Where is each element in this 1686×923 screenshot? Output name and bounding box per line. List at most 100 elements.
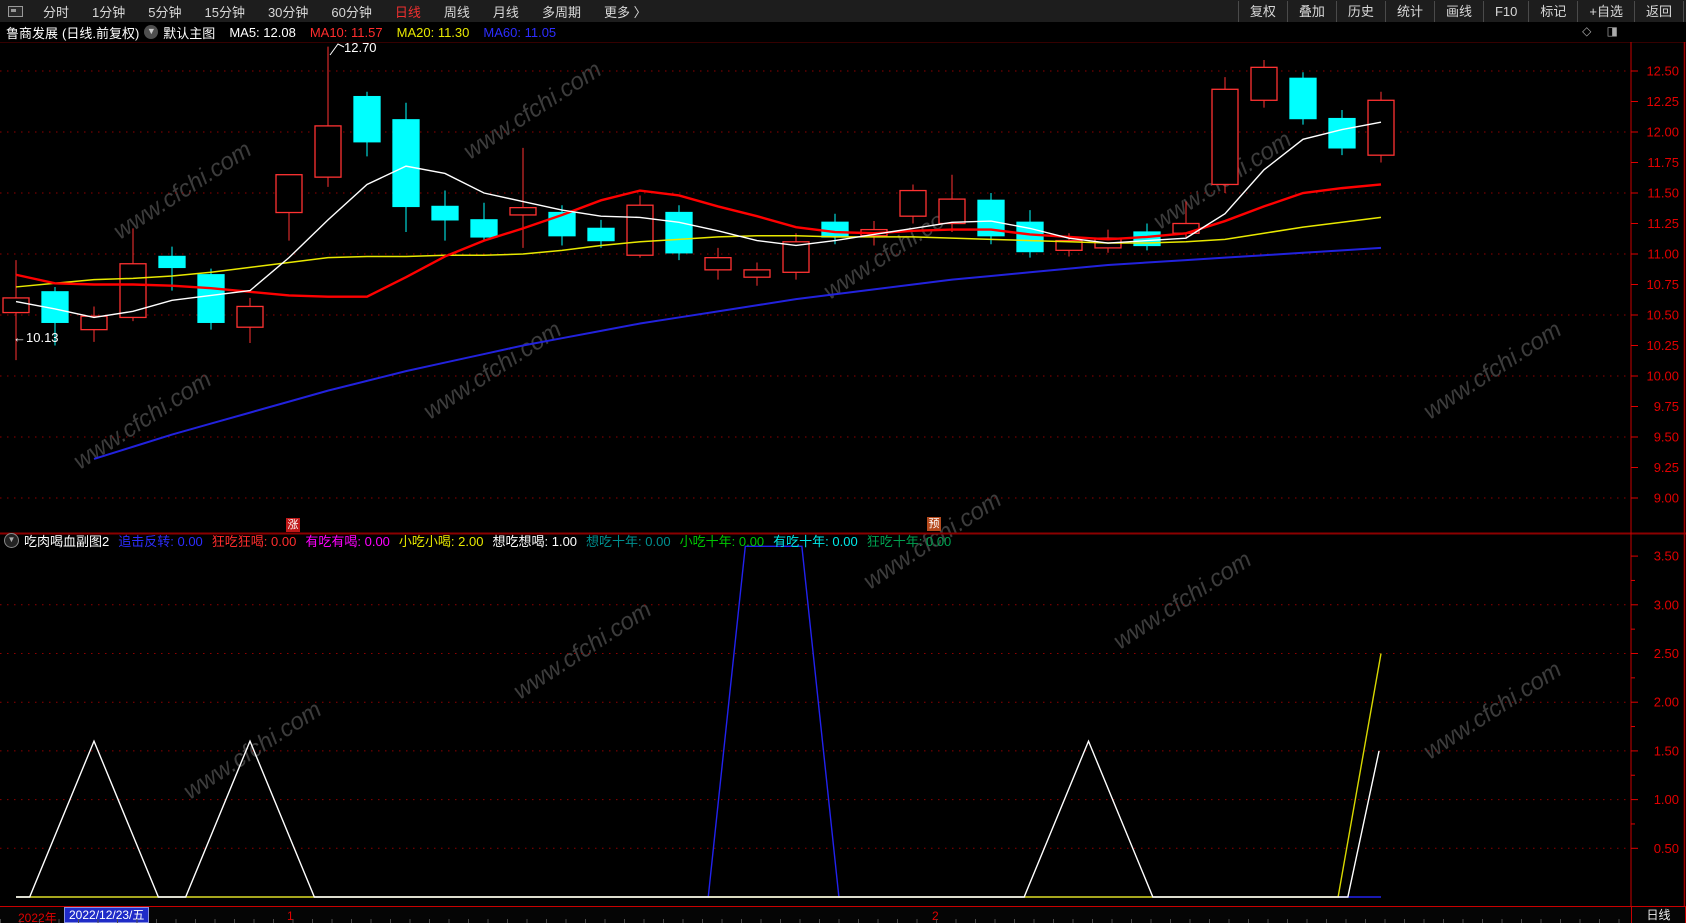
watermark: www.cfchi.com [69, 366, 217, 475]
btn-add-watchlist[interactable]: +自选 [1577, 0, 1634, 22]
indicator-item: 小吃小喝: 2.00 [398, 534, 484, 549]
marker-zhang-badge: 涨 [286, 518, 300, 532]
ma60-value: MA60: 11.05 [483, 24, 557, 40]
indicator-tick-label: 2.00 [1654, 695, 1679, 710]
candle-body [1250, 66, 1278, 101]
window-icon[interactable] [8, 5, 23, 17]
indicator-item: 有吃有喝: 0.00 [305, 534, 390, 549]
candle-body [158, 255, 186, 269]
chevron-down-icon[interactable]: ▼ [144, 25, 159, 39]
candle-body [665, 211, 693, 254]
toolbar-top: 分时 1分钟 5分钟 15分钟 30分钟 60分钟 日线 周线 月线 多周期 更… [0, 0, 1686, 23]
btn-back[interactable]: 返回 [1633, 0, 1684, 22]
tab-60min[interactable]: 60分钟 [331, 2, 371, 21]
price-tick-label: 12.00 [1646, 125, 1679, 140]
period-label: 日线 [1631, 907, 1686, 923]
tool-menu: 复权 叠加 历史 统计 画线 F10 标记 +自选 返回 [1237, 0, 1684, 22]
tab-30min[interactable]: 30分钟 [268, 2, 308, 21]
indicator-item: 想吃十年: 0.00 [586, 534, 671, 549]
price-tick-label: 11.50 [1647, 186, 1679, 201]
ma20-value: MA20: 11.30 [396, 24, 470, 40]
candle-body [236, 305, 264, 328]
tab-daily[interactable]: 日线 [395, 2, 421, 21]
candle-body [197, 274, 225, 323]
indicator-item: 小吃十年: 0.00 [679, 534, 765, 549]
date-tick-marks [0, 919, 1630, 923]
candle-body [587, 227, 615, 242]
candle-body [470, 219, 498, 238]
price-tick-label: 12.50 [1646, 64, 1679, 79]
tab-15min[interactable]: 15分钟 [204, 2, 244, 21]
watermark: www.cfchi.com [419, 316, 567, 425]
indicator-item: 追击反转: 0.00 [118, 534, 203, 549]
indicator-item: 狂吃十年: 0.00 [866, 534, 952, 549]
indicator-item: 有吃十年: 0.00 [773, 534, 858, 549]
watermark: www.cfchi.com [109, 136, 257, 245]
sub-indicator-title[interactable]: 吃肉喝血副图2 [24, 531, 109, 550]
ma10-value: MA10: 11.57 [309, 24, 383, 40]
btn-history[interactable]: 历史 [1335, 0, 1385, 22]
candle-body [743, 269, 771, 278]
chart-canvas[interactable]: www.cfchi.com www.cfchi.com www.cfchi.com w… [0, 0, 1686, 923]
btn-mark[interactable]: 标记 [1528, 0, 1577, 22]
tab-fenshi[interactable]: 分时 [43, 2, 69, 21]
btn-f10[interactable]: F10 [1482, 0, 1528, 22]
candle-body [1328, 117, 1356, 149]
tab-multi-period[interactable]: 多周期 [542, 2, 581, 21]
tab-5min[interactable]: 5分钟 [148, 2, 181, 21]
price-tick-label: 10.75 [1646, 277, 1679, 292]
indicator-tick-label: 3.00 [1654, 597, 1679, 612]
date-axis-bar: 2022年 2022/12/23/五 1 2 日线 [0, 906, 1686, 923]
high-pointer-line [329, 43, 345, 56]
low-price-annotation: ←10.13 [13, 330, 59, 345]
price-tick-label: 10.00 [1646, 369, 1679, 384]
price-tick-label: 9.75 [1654, 399, 1679, 414]
candle-body [782, 241, 810, 273]
tab-weekly[interactable]: 周线 [444, 2, 470, 21]
candle-body [626, 204, 654, 256]
tab-1min[interactable]: 1分钟 [92, 2, 125, 21]
candle-body [821, 221, 849, 238]
watermark: www.cfchi.com [509, 596, 657, 705]
candle-body [353, 95, 381, 143]
candle-body [938, 198, 966, 225]
symbol-bar: 鲁商发展 (日线.前复权) ▼ 默认主图 MA5: 12.08 MA10: 11… [0, 22, 1686, 42]
candle-body [509, 206, 537, 216]
btn-stats[interactable]: 统计 [1384, 0, 1434, 22]
price-tick-label: 12.25 [1646, 94, 1679, 109]
price-tick-label: 11.00 [1647, 247, 1679, 262]
price-tick-label: 10.25 [1646, 338, 1679, 353]
ma-line [93, 246, 1382, 460]
price-tick-label: 9.00 [1654, 491, 1679, 506]
tab-monthly[interactable]: 月线 [493, 2, 519, 21]
tab-more[interactable]: 更多 〉 [604, 2, 647, 21]
main-chart-label[interactable]: 默认主图 [163, 23, 215, 42]
watermark: www.cfchi.com [1109, 546, 1257, 655]
price-tick-label: 11.75 [1647, 155, 1679, 170]
collapse-icon[interactable]: ▼ [4, 533, 19, 548]
panel-corner-icons[interactable]: ◇ ◨ [1582, 24, 1624, 38]
sub-indicator-header: ▼ 吃肉喝血副图2 追击反转: 0.00 狂吃狂喝: 0.00 有吃有喝: 0.… [4, 531, 952, 550]
price-tick-label: 10.50 [1646, 308, 1679, 323]
watermark: www.cfchi.com [1419, 316, 1567, 425]
indicator-tick-label: 0.50 [1654, 841, 1679, 856]
btn-overlay[interactable]: 叠加 [1286, 0, 1336, 22]
price-tick-label: 9.50 [1654, 430, 1679, 445]
candle-body [1211, 88, 1239, 186]
ma5-value: MA5: 12.08 [229, 24, 296, 40]
btn-fuquan[interactable]: 复权 [1237, 0, 1287, 22]
candle-body [314, 125, 342, 178]
price-tick-label: 11.25 [1647, 216, 1679, 231]
marker-yu-badge: 预 [927, 517, 941, 531]
watermark: www.cfchi.com [1419, 656, 1567, 765]
candle-body [899, 189, 927, 217]
high-price-annotation: 12.70 [344, 40, 377, 55]
trading-app-window: www.cfchi.com www.cfchi.com www.cfchi.com w… [0, 0, 1686, 923]
indicator-item: 狂吃狂喝: 0.00 [211, 534, 297, 549]
symbol-title: 鲁商发展 [6, 25, 59, 41]
period-menu: 分时 1分钟 5分钟 15分钟 30分钟 60分钟 日线 周线 月线 多周期 更… [43, 2, 647, 21]
candle-body [275, 174, 303, 214]
indicator-tick-label: 2.50 [1654, 646, 1679, 661]
candle-body [704, 257, 732, 271]
btn-drawline[interactable]: 画线 [1433, 0, 1483, 22]
